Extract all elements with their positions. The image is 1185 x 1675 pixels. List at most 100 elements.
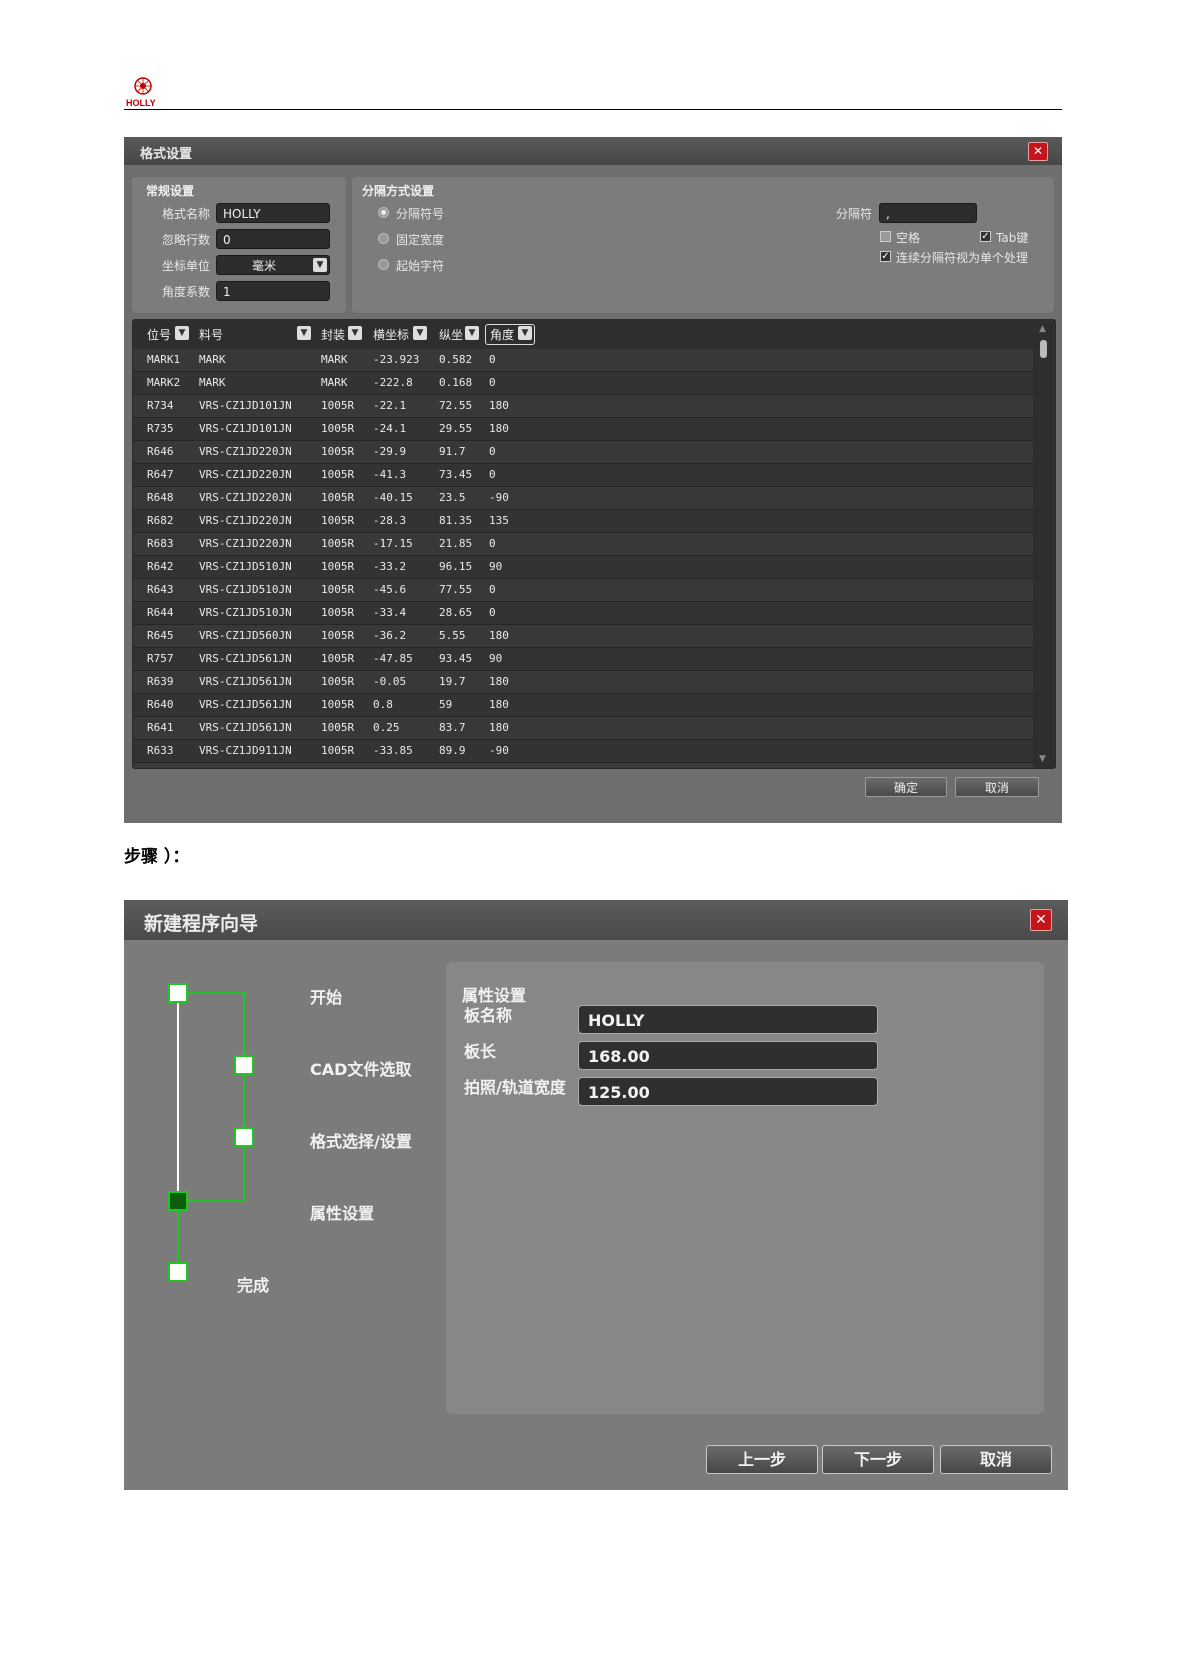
- next-button[interactable]: 下一步: [822, 1445, 934, 1474]
- close-icon[interactable]: ✕: [1030, 909, 1052, 931]
- table-row[interactable]: R643 VRS-CZ1JD510JN 1005R -45.6 77.55 0: [133, 579, 1033, 602]
- prev-button[interactable]: 上一步: [706, 1445, 818, 1474]
- chevron-down-icon[interactable]: ▼: [348, 326, 362, 340]
- tab-checkbox[interactable]: ✓: [980, 231, 991, 242]
- consecutive-checkbox[interactable]: ✓: [880, 251, 891, 262]
- new-program-wizard-dialog: 新建程序向导 ✕ 开始 CAD文件选取 格式选择/设置 属性设置 完成 属性设置…: [124, 900, 1068, 1490]
- cell-part-no: VRS-CZ1JD561JN: [199, 652, 292, 665]
- format-name-input[interactable]: HOLLY: [216, 203, 330, 223]
- step-label-cad: CAD文件选取: [310, 1060, 412, 1079]
- chevron-down-icon[interactable]: ▼: [413, 326, 427, 340]
- cell-y: 89.9: [439, 744, 466, 757]
- cell-package: 1005R: [321, 721, 355, 734]
- radio-start-char[interactable]: [378, 259, 389, 270]
- space-checkbox[interactable]: [880, 231, 891, 242]
- cell-x: -45.6: [373, 583, 407, 596]
- table-row[interactable]: R735 VRS-CZ1JD101JN 1005R -24.1 29.55 180: [133, 418, 1033, 441]
- board-name-input[interactable]: HOLLY: [578, 1005, 878, 1034]
- table-row[interactable]: R644 VRS-CZ1JD510JN 1005R -33.4 28.65 0: [133, 602, 1033, 625]
- cell-y: 93.45: [439, 652, 473, 665]
- cell-angle: 135: [489, 514, 509, 527]
- step-node-finish: [168, 1262, 188, 1282]
- scroll-up-icon[interactable]: ▲: [1039, 324, 1046, 334]
- table-row[interactable]: R646 VRS-CZ1JD220JN 1005R -29.9 91.7 0: [133, 441, 1033, 464]
- step-node-cad: [234, 1055, 254, 1075]
- cell-x: -33.2: [373, 560, 407, 573]
- chevron-down-icon[interactable]: ▼: [175, 326, 189, 340]
- logo-emblem-icon: [134, 77, 152, 95]
- cell-package: 1005R: [321, 445, 355, 458]
- cell-x: -28.3: [373, 514, 407, 527]
- cell-y: 0.582: [439, 353, 473, 366]
- cell-y: 5.55: [439, 629, 466, 642]
- header-rule: [124, 109, 1062, 110]
- cell-y: 73.45: [439, 468, 473, 481]
- wizard-cancel-button[interactable]: 取消: [940, 1445, 1052, 1474]
- cell-part-no: VRS-CZ1JD560JN: [199, 629, 292, 642]
- angle-factor-input[interactable]: 1: [216, 281, 330, 301]
- radio-delimiter[interactable]: [378, 207, 389, 218]
- cell-package: 1005R: [321, 422, 355, 435]
- step-label-start: 开始: [310, 988, 343, 1007]
- scroll-down-icon[interactable]: ▼: [1039, 754, 1046, 764]
- cancel-button[interactable]: 取消: [955, 777, 1039, 797]
- table-row[interactable]: R648 VRS-CZ1JD220JN 1005R -40.15 23.5 -90: [133, 487, 1033, 510]
- chevron-down-icon[interactable]: ▼: [297, 326, 311, 340]
- cell-y: 72.55: [439, 399, 473, 412]
- cell-designator: R642: [147, 560, 174, 573]
- table-row[interactable]: R642 VRS-CZ1JD510JN 1005R -33.2 96.15 90: [133, 556, 1033, 579]
- cell-designator: R757: [147, 652, 174, 665]
- table-row[interactable]: MARK1 MARK MARK -23.923 0.582 0: [133, 349, 1033, 372]
- radio-delimiter-label: 分隔符号: [396, 207, 445, 221]
- coord-unit-select[interactable]: 毫米 ▼: [216, 255, 330, 275]
- ok-button[interactable]: 确定: [865, 777, 947, 797]
- step-label-finish: 完成: [237, 1276, 270, 1295]
- cell-y: 83.7: [439, 721, 466, 734]
- wizard-title: 新建程序向导: [144, 913, 259, 935]
- table-row[interactable]: R640 VRS-CZ1JD561JN 1005R 0.8 59 180: [133, 694, 1033, 717]
- table-row[interactable]: R734 VRS-CZ1JD101JN 1005R -22.1 72.55 180: [133, 395, 1033, 418]
- table-row[interactable]: R647 VRS-CZ1JD220JN 1005R -41.3 73.45 0: [133, 464, 1033, 487]
- scroll-thumb[interactable]: [1040, 340, 1047, 358]
- chevron-down-icon: ▼: [313, 258, 327, 272]
- board-length-input[interactable]: 168.00: [578, 1041, 878, 1070]
- cell-designator: R643: [147, 583, 174, 596]
- cell-angle: 180: [489, 629, 509, 642]
- cell-x: 0.25: [373, 721, 400, 734]
- radio-fixed-width[interactable]: [378, 233, 389, 244]
- cell-package: 1005R: [321, 537, 355, 550]
- space-label: 空格: [896, 231, 921, 245]
- chevron-down-icon[interactable]: ▼: [518, 326, 532, 340]
- cell-package: MARK: [321, 353, 348, 366]
- vertical-scrollbar[interactable]: ▲ ▼: [1033, 320, 1055, 768]
- step-tree-line: [187, 992, 245, 994]
- cell-designator: R734: [147, 399, 174, 412]
- table-row[interactable]: R641 VRS-CZ1JD561JN 1005R 0.25 83.7 180: [133, 717, 1033, 740]
- cell-part-no: MARK: [199, 353, 226, 366]
- track-width-input[interactable]: 125.00: [578, 1077, 878, 1106]
- table-row[interactable]: MARK2 MARK MARK -222.8 0.168 0: [133, 372, 1033, 395]
- cell-package: 1005R: [321, 491, 355, 504]
- format-name-label: 格式名称: [162, 207, 211, 221]
- table-row[interactable]: R645 VRS-CZ1JD560JN 1005R -36.2 5.55 180: [133, 625, 1033, 648]
- table-row[interactable]: R633 VRS-CZ1JD911JN 1005R -33.85 89.9 -90: [133, 740, 1033, 763]
- table-row[interactable]: R683 VRS-CZ1JD220JN 1005R -17.15 21.85 0: [133, 533, 1033, 556]
- table-row[interactable]: R757 VRS-CZ1JD561JN 1005R -47.85 93.45 90: [133, 648, 1033, 671]
- wizard-titlebar: 新建程序向导 ✕: [124, 900, 1068, 940]
- table-row[interactable]: R639 VRS-CZ1JD561JN 1005R -0.05 19.7 180: [133, 671, 1033, 694]
- cell-x: -36.2: [373, 629, 407, 642]
- cell-package: 1005R: [321, 675, 355, 688]
- cell-angle: 90: [489, 652, 503, 665]
- table-row[interactable]: R682 VRS-CZ1JD220JN 1005R -28.3 81.35 135: [133, 510, 1033, 533]
- cell-designator: R648: [147, 491, 174, 504]
- close-icon[interactable]: ✕: [1028, 142, 1048, 161]
- skip-rows-input[interactable]: 0: [216, 229, 330, 249]
- cell-angle: 0: [489, 583, 496, 596]
- cell-x: -17.15: [373, 537, 413, 550]
- separator-input[interactable]: ,: [879, 203, 977, 223]
- logo-text: HOLLY: [126, 98, 156, 108]
- cell-package: 1005R: [321, 468, 355, 481]
- cell-package: MARK: [321, 376, 348, 389]
- chevron-down-icon[interactable]: ▼: [465, 326, 479, 340]
- separator-section-label: 分隔方式设置: [362, 184, 435, 198]
